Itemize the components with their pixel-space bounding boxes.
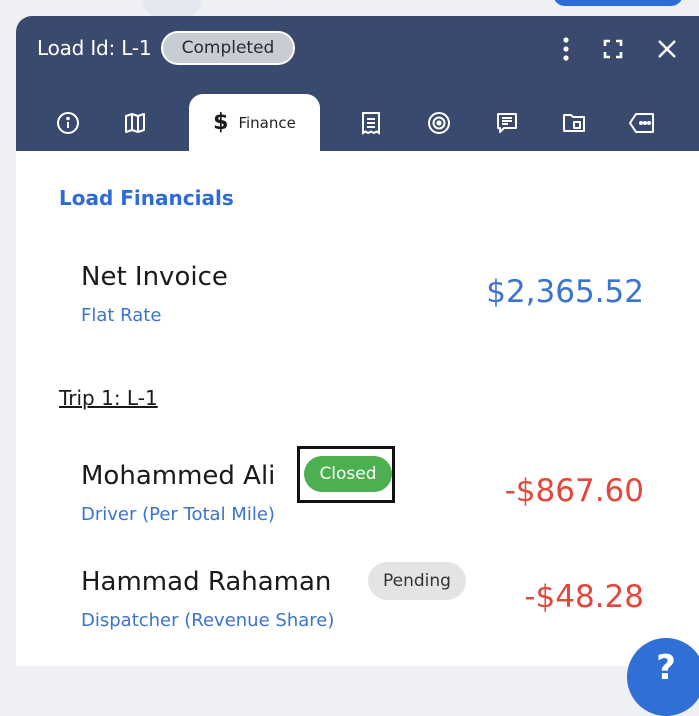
tag-icon [629,112,654,133]
trip-title: Trip 1: L-1 [59,386,158,410]
help-button[interactable]: ? [627,638,699,716]
payee-name: Mohammed Ali [81,461,276,491]
panel-tabs: $ Finance [16,94,699,151]
section-title: Load Financials [59,186,234,210]
receipt-icon [362,111,380,135]
tab-finance[interactable]: $ Finance [189,94,320,151]
status-badge-closed[interactable]: Closed [304,456,392,492]
close-button[interactable] [652,34,682,64]
fullscreen-icon [603,39,623,59]
net-invoice-subtitle: Flat Rate [81,305,162,326]
close-icon [658,40,676,58]
help-icon: ? [656,648,676,688]
load-status-chip: Completed [161,31,295,65]
dollar-icon: $ [213,110,229,135]
payee-role: Dispatcher (Revenue Share) [81,610,335,631]
background-pill [143,0,201,16]
payee-name: Hammad Rahaman [81,567,332,597]
load-title: Load Id: L-1 [37,36,152,60]
more-options-button[interactable] [551,34,581,64]
tab-info[interactable] [38,94,98,151]
more-vertical-icon [563,37,569,61]
payee-amount: -$48.28 [524,579,644,615]
info-icon [57,111,79,134]
background-primary-button [553,0,683,6]
status-badge-pending[interactable]: Pending [368,562,466,600]
tab-documents[interactable] [544,94,604,151]
map-icon [125,112,145,133]
tab-tags[interactable] [612,94,672,151]
payee-role: Driver (Per Total Mile) [81,504,275,525]
folder-icon [563,113,585,132]
tab-tracking[interactable] [409,94,469,151]
tab-receipt[interactable] [341,94,401,151]
net-invoice-title: Net Invoice [81,262,228,292]
payee-amount: -$867.60 [504,473,644,509]
notes-icon [497,112,517,133]
target-icon [428,111,450,134]
tab-notes[interactable] [477,94,537,151]
fullscreen-button[interactable] [598,34,628,64]
net-invoice-amount: $2,365.52 [486,274,644,310]
panel-header: Load Id: L-1 Completed $ Finance [16,16,699,151]
tab-map[interactable] [105,94,165,151]
load-details-panel: Load Id: L-1 Completed $ Finance Load Fi… [16,16,699,666]
tab-finance-label: Finance [238,113,296,132]
